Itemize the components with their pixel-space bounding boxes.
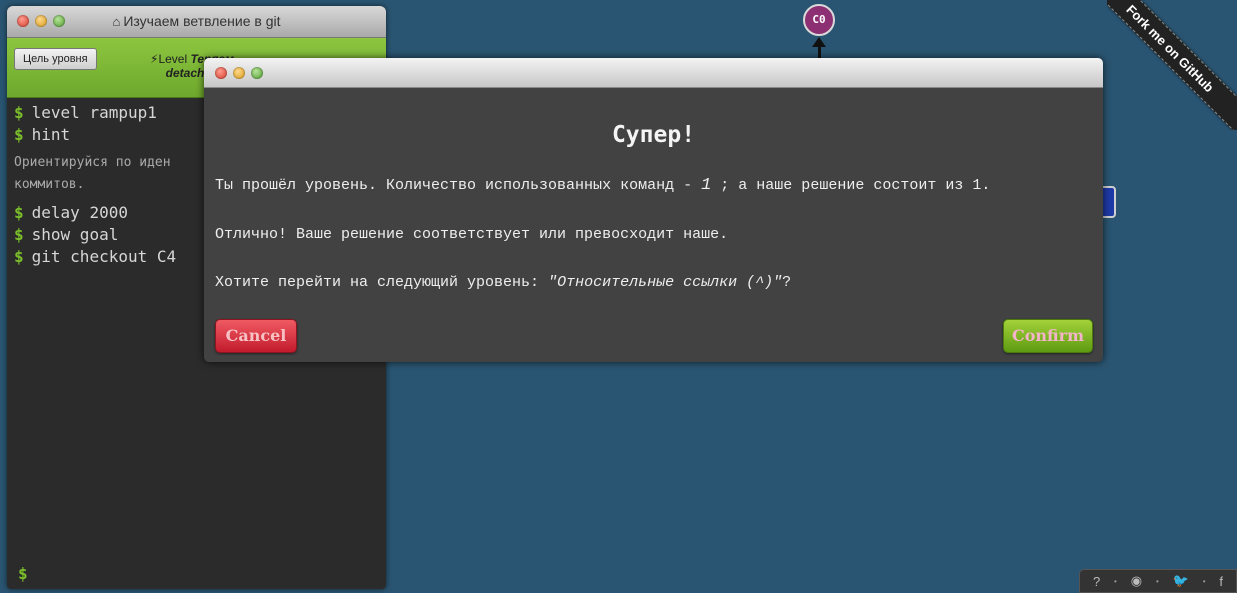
close-icon[interactable]	[215, 67, 227, 79]
prompt-symbol: $	[14, 125, 24, 144]
terminal-titlebar: ⌂ Изучаем ветвление в git	[7, 6, 386, 38]
prompt-symbol: $	[14, 203, 24, 222]
cancel-button[interactable]: Cancel	[215, 319, 297, 353]
globe-icon[interactable]: ◉	[1131, 573, 1142, 589]
next-level-prompt: Хотите перейти на следующий уровень: "От…	[215, 274, 792, 291]
maximize-icon[interactable]	[251, 67, 263, 79]
footer-links: ? • ◉ • 🐦 • f	[1079, 569, 1237, 593]
dialog-titlebar	[204, 58, 1103, 88]
dialog-heading: Супер!	[611, 122, 696, 148]
prompt-symbol: $	[14, 103, 24, 122]
confirm-button[interactable]: Confirm	[1003, 319, 1093, 353]
help-icon[interactable]: ?	[1093, 574, 1100, 589]
prompt-symbol: $	[14, 225, 24, 244]
separator: •	[1114, 576, 1117, 586]
next-level-name: "Относительные ссылки (^)"	[548, 274, 783, 291]
window-controls	[215, 67, 263, 79]
level-goal-button[interactable]: Цель уровня	[14, 48, 97, 70]
command-input[interactable]: $	[18, 564, 28, 583]
home-icon: ⌂	[112, 14, 121, 29]
separator: •	[1202, 576, 1206, 586]
result-message: Отлично! Ваше решение соответствует или …	[215, 226, 729, 243]
prompt-symbol: $	[14, 247, 24, 266]
minimize-icon[interactable]	[233, 67, 245, 79]
result-summary: Ты прошёл уровень. Количество использова…	[215, 176, 991, 195]
fork-ribbon-label[interactable]: Fork me on GitHub	[1107, 0, 1237, 130]
separator: •	[1155, 576, 1159, 586]
terminal-title: ⌂ Изучаем ветвление в git	[112, 13, 281, 29]
command-count: 1	[701, 176, 712, 195]
fork-ribbon[interactable]: Fork me on GitHub	[1107, 0, 1237, 130]
twitter-icon[interactable]: 🐦	[1173, 573, 1189, 589]
commit-node-c0[interactable]: C0	[803, 4, 835, 36]
facebook-icon[interactable]: f	[1219, 574, 1223, 589]
level-complete-dialog: Супер! Ты прошёл уровень. Количество исп…	[204, 58, 1103, 362]
